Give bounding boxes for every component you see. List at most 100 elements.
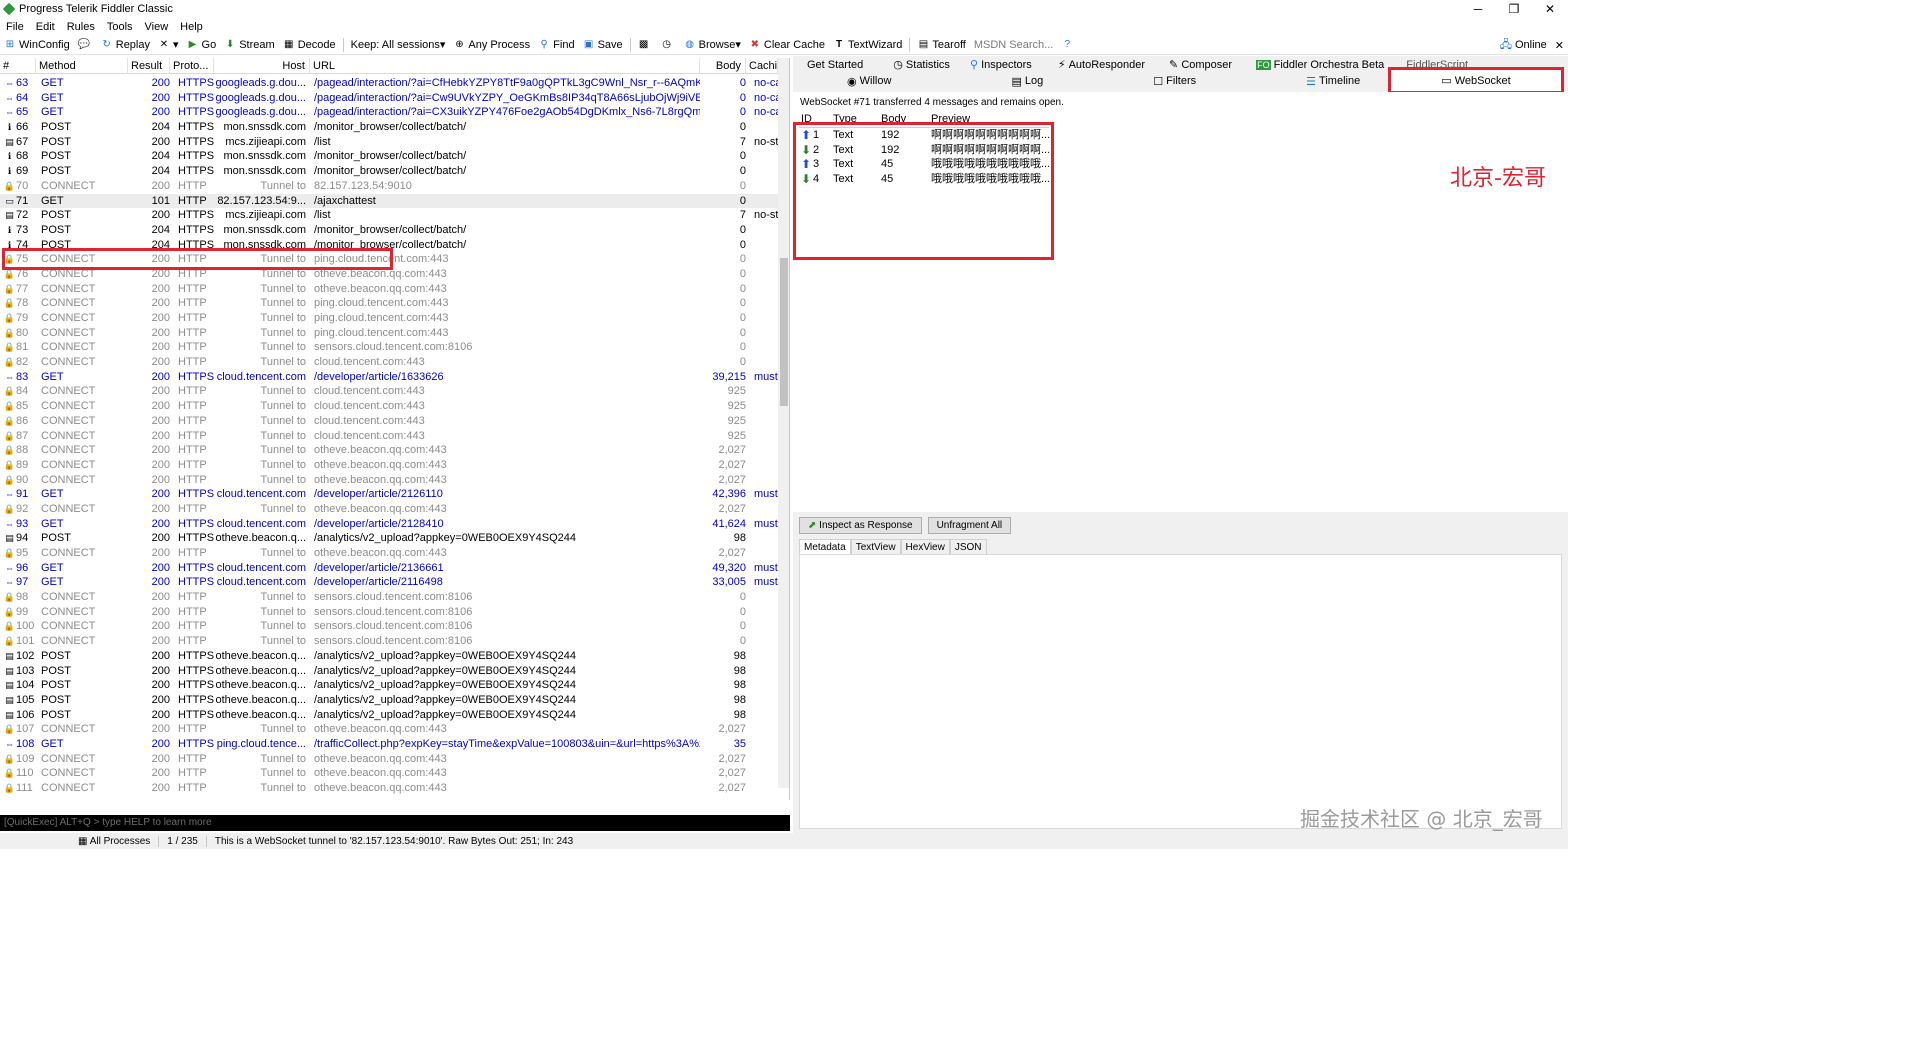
tab-fiddler-orchestra[interactable]: FO Fiddler Orchestra Beta bbox=[1256, 59, 1384, 71]
session-row[interactable]: 🔒 77 CONNECT 200 HTTP Tunnel to otheve.beacon.… bbox=[0, 282, 778, 297]
session-row[interactable]: 🔒 107 CONNECT 200 HTTP Tunnel to otheve.beacon… bbox=[0, 722, 778, 737]
session-row[interactable]: 🔒 70 CONNECT 200 HTTP Tunnel to 82.157.123.54:… bbox=[0, 179, 778, 194]
quickexec-input[interactable]: [QuickExec] ALT+Q > type HELP to learn m… bbox=[0, 815, 790, 831]
decode-button[interactable]: ▦ Decode bbox=[279, 39, 340, 51]
session-row[interactable]: 🔒 100 CONNECT 200 HTTP Tunnel to sensors.cloud… bbox=[0, 619, 778, 634]
scroll-thumb[interactable] bbox=[780, 258, 788, 406]
session-row[interactable]: ⇔ 64 GET 200 HTTPS googleads.g.dou... /pagead/… bbox=[0, 91, 778, 106]
session-row[interactable]: 🔒 90 CONNECT 200 HTTP Tunnel to otheve.beacon.… bbox=[0, 473, 778, 488]
replay-button[interactable]: ↻ Replay bbox=[97, 39, 154, 51]
menu-file[interactable]: File bbox=[0, 21, 30, 33]
tab-json[interactable]: JSON bbox=[949, 539, 987, 555]
process-filter[interactable]: ▦ All Processes bbox=[70, 835, 160, 847]
textwizard-button[interactable]: T TextWizard bbox=[829, 39, 906, 51]
browse-button[interactable]: ◍ Browse ▾ bbox=[680, 38, 745, 52]
session-row[interactable]: ▤ 105 POST 200 HTTPS otheve.beacon.q... /analy… bbox=[0, 693, 778, 708]
tab-inspectors[interactable]: ⚲ Inspectors bbox=[970, 58, 1032, 72]
tab-metadata[interactable]: Metadata bbox=[799, 539, 851, 555]
session-row[interactable]: 🔒 95 CONNECT 200 HTTP Tunnel to otheve.beacon.… bbox=[0, 546, 778, 561]
session-row[interactable]: 🔒 111 CONNECT 200 HTTP Tunnel to otheve.beacon… bbox=[0, 781, 778, 796]
col-caching[interactable]: Cachin bbox=[746, 58, 778, 73]
session-row[interactable]: ⇔ 91 GET 200 HTTPS cloud.tencent.com/develope… bbox=[0, 487, 778, 502]
tab-websocket[interactable]: ▭ WebSocket bbox=[1388, 67, 1564, 94]
tab-filters[interactable]: ☐ Filters bbox=[1153, 75, 1196, 88]
tab-timeline[interactable]: ☰ Timeline bbox=[1306, 75, 1360, 88]
find-button[interactable]: ⚲ Find bbox=[534, 39, 578, 51]
close-button[interactable]: ✕ bbox=[1532, 0, 1568, 18]
session-row[interactable]: 🔒 79 CONNECT 200 HTTP Tunnel to ping.cloud.ten… bbox=[0, 311, 778, 326]
timer-button[interactable]: ◷ bbox=[657, 39, 680, 51]
col-body[interactable]: Body bbox=[700, 58, 746, 73]
session-row[interactable]: ▤ 106 POST 200 HTTPS otheve.beacon.q... /analy… bbox=[0, 708, 778, 723]
session-row[interactable]: ⇔ 63 GET 200 HTTPS googleads.g.dou... /pagead/… bbox=[0, 76, 778, 91]
session-row[interactable]: ⇔ 65 GET 200 HTTPS googleads.g.dou... /pagead/… bbox=[0, 105, 778, 120]
session-row[interactable]: ℹ 69 POST 204 HTTPS mon.snssdk.com/monitor_br… bbox=[0, 164, 778, 179]
col-protocol[interactable]: Proto... bbox=[170, 58, 214, 73]
session-row[interactable]: ▤ 94 POST 200 HTTPS otheve.beacon.q... /analyt… bbox=[0, 531, 778, 546]
menu-rules[interactable]: Rules bbox=[61, 21, 101, 33]
session-row[interactable]: 🔒 89 CONNECT 200 HTTP Tunnel to otheve.beacon.… bbox=[0, 458, 778, 473]
session-row[interactable]: 🔒 99 CONNECT 200 HTTP Tunnel to sensors.cloud.… bbox=[0, 605, 778, 620]
session-row[interactable]: 🔒 101 CONNECT 200 HTTP Tunnel to sensors.cloud… bbox=[0, 634, 778, 649]
session-row[interactable]: ▭ 71 GET 101 HTTP 82.157.123.54:9... /ajaxchat… bbox=[0, 193, 778, 209]
remove-button[interactable]: ✕ ▾ bbox=[154, 38, 183, 51]
session-row[interactable]: ℹ 73 POST 204 HTTPS mon.snssdk.com/monitor_br… bbox=[0, 223, 778, 238]
session-row[interactable]: ⇔ 83 GET 200 HTTPS cloud.tencent.com/develope… bbox=[0, 370, 778, 385]
session-row[interactable]: 🔒 87 CONNECT 200 HTTP Tunnel to cloud.tencent.… bbox=[0, 429, 778, 444]
session-row[interactable]: ▤ 72 POST 200 HTTPS mcs.zijieapi.com/list 7 no-… bbox=[0, 208, 778, 223]
session-row[interactable]: ▤ 102 POST 200 HTTPS otheve.beacon.q... /analy… bbox=[0, 649, 778, 664]
help-button[interactable]: ? bbox=[1057, 39, 1080, 51]
winconfig-button[interactable]: ⊞ WinConfig bbox=[0, 39, 74, 51]
session-row[interactable]: 🔒 92 CONNECT 200 HTTP Tunnel to otheve.beacon.… bbox=[0, 502, 778, 517]
online-indicator[interactable]: 🖧 Online ✕ bbox=[1500, 35, 1564, 55]
menu-edit[interactable]: Edit bbox=[30, 21, 61, 33]
session-row[interactable]: ▤ 103 POST 200 HTTPS otheve.beacon.q... /analy… bbox=[0, 664, 778, 679]
menu-help[interactable]: Help bbox=[174, 21, 209, 33]
clear-cache-button[interactable]: ✖ Clear Cache bbox=[745, 39, 829, 51]
session-row[interactable]: ⇔ 96 GET 200 HTTPS cloud.tencent.com/develope… bbox=[0, 561, 778, 576]
menu-tools[interactable]: Tools bbox=[101, 21, 139, 33]
session-row[interactable]: ⇔ 93 GET 200 HTTPS cloud.tencent.com/develope… bbox=[0, 517, 778, 532]
vertical-scrollbar[interactable] bbox=[778, 58, 789, 788]
tab-autoresponder[interactable]: ⚡ AutoResponder bbox=[1058, 58, 1145, 72]
session-row[interactable]: 🔒 85 CONNECT 200 HTTP Tunnel to cloud.tencent.… bbox=[0, 399, 778, 414]
tab-composer[interactable]: ✎ Composer bbox=[1169, 58, 1232, 72]
col-url[interactable]: URL bbox=[310, 58, 700, 73]
session-row[interactable]: ▤ 67 POST 200 HTTPS mcs.zijieapi.com/list 7 no-… bbox=[0, 135, 778, 150]
session-row[interactable]: 🔒 109 CONNECT 200 HTTP Tunnel to otheve.beacon… bbox=[0, 752, 778, 767]
tab-get-started[interactable]: Get Started bbox=[807, 59, 863, 71]
session-row[interactable]: 🔒 86 CONNECT 200 HTTP Tunnel to cloud.tencent.… bbox=[0, 414, 778, 429]
session-row[interactable]: 🔒 78 CONNECT 200 HTTP Tunnel to ping.cloud.ten… bbox=[0, 296, 778, 311]
session-row[interactable]: ▤ 104 POST 200 HTTPS otheve.beacon.q... /analy… bbox=[0, 678, 778, 693]
any-process-button[interactable]: ⊕ Any Process bbox=[449, 39, 534, 51]
keep-sessions-dropdown[interactable]: Keep: All sessions ▾ bbox=[347, 38, 450, 52]
col-host[interactable]: Host bbox=[214, 58, 310, 73]
col-result[interactable]: Result bbox=[128, 58, 170, 73]
msdn-search-input[interactable]: MSDN Search... bbox=[970, 39, 1057, 51]
tab-log[interactable]: ▤ Log bbox=[1011, 75, 1043, 88]
save-button[interactable]: ▣ Save bbox=[579, 39, 627, 51]
col-id[interactable]: # bbox=[0, 58, 36, 73]
session-row[interactable]: 🔒 110 CONNECT 200 HTTP Tunnel to otheve.beacon… bbox=[0, 766, 778, 781]
inspect-as-response-button[interactable]: ⬈ Inspect as Response bbox=[799, 516, 922, 534]
session-row[interactable]: 🔒 88 CONNECT 200 HTTP Tunnel to otheve.beacon.… bbox=[0, 443, 778, 458]
maximize-button[interactable]: ❐ bbox=[1496, 0, 1532, 18]
unfragment-all-button[interactable]: Unfragment All bbox=[927, 516, 1012, 534]
col-method[interactable]: Method bbox=[36, 58, 128, 73]
minimize-button[interactable]: ─ bbox=[1460, 0, 1496, 18]
session-row[interactable]: 🔒 84 CONNECT 200 HTTP Tunnel to cloud.tencent.… bbox=[0, 384, 778, 399]
session-row[interactable]: 🔒 81 CONNECT 200 HTTP Tunnel to sensors.cloud.… bbox=[0, 340, 778, 355]
tab-willow[interactable]: ◉ Willow bbox=[847, 75, 891, 88]
session-row[interactable]: ⇔ 97 GET 200 HTTPS cloud.tencent.com/develope… bbox=[0, 575, 778, 590]
tearoff-button[interactable]: ▤ Tearoff bbox=[913, 39, 969, 51]
tab-statistics[interactable]: ◷ Statistics bbox=[893, 58, 950, 72]
comment-button[interactable]: 💬 bbox=[74, 39, 97, 51]
screenshot-button[interactable]: ▩ bbox=[634, 39, 657, 51]
menu-view[interactable]: View bbox=[139, 21, 175, 33]
session-row[interactable]: ℹ 68 POST 204 HTTPS mon.snssdk.com/monitor_br… bbox=[0, 149, 778, 164]
tab-hexview[interactable]: HexView bbox=[900, 539, 950, 555]
tab-textview[interactable]: TextView bbox=[850, 539, 901, 555]
session-row[interactable]: ⇔ 108 GET 200 HTTPS ping.cloud.tence... /traff… bbox=[0, 737, 778, 752]
session-row[interactable]: 🔒 80 CONNECT 200 HTTP Tunnel to ping.cloud.ten… bbox=[0, 326, 778, 341]
stream-button[interactable]: ⬇ Stream bbox=[220, 39, 278, 51]
